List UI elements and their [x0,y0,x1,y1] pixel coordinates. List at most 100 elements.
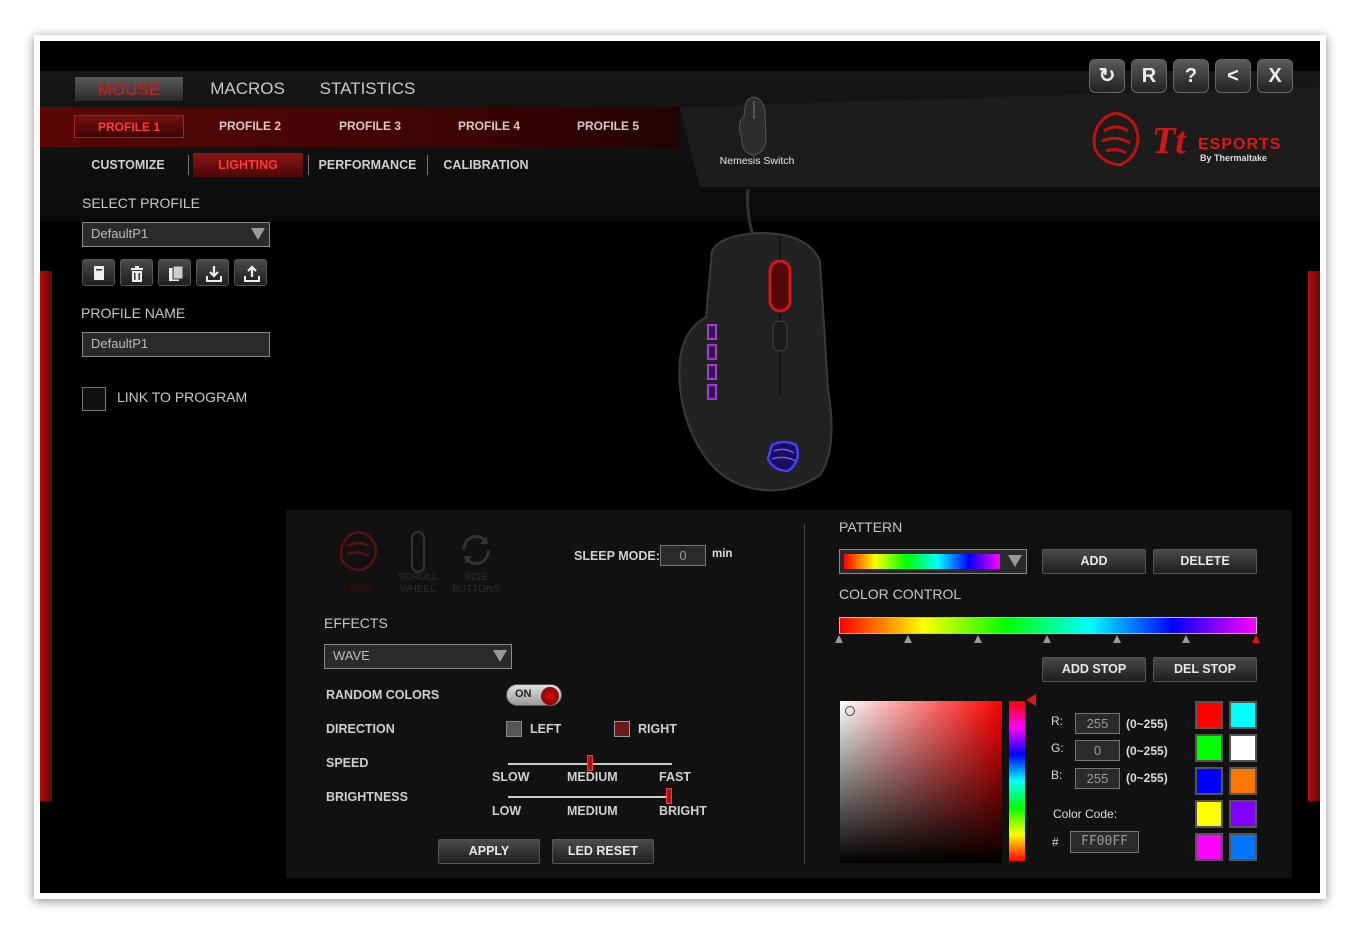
gradient-stop-5[interactable] [1113,635,1121,643]
side-buttons-zone-icon[interactable] [458,532,494,568]
saturation-value-picker[interactable] [840,701,1002,863]
brightness-slider-thumb[interactable] [666,788,672,804]
refresh-icon: ↻ [1098,65,1116,87]
gradient-stop-1[interactable] [835,635,843,643]
effect-select-value: WAVE [333,648,370,663]
brightness-slider-track[interactable] [508,788,672,804]
gradient-stop-2[interactable] [904,635,912,643]
color-code-label: Color Code: [1053,807,1118,821]
profile-name-input[interactable]: DefaultP1 [82,332,270,357]
sleep-mode-input[interactable]: 0 [660,545,706,566]
color-code-input[interactable]: FF00FF [1070,831,1139,853]
speed-slider-thumb[interactable] [587,755,593,771]
trash-icon [131,266,143,282]
effect-select[interactable]: WAVE [324,644,512,669]
copy-profile-button[interactable] [158,259,191,286]
speed-label: SPEED [326,756,369,770]
color-swatch[interactable] [1229,734,1257,762]
tab-profile-5[interactable]: PROFILE 5 [558,115,658,138]
color-swatch[interactable] [1195,833,1223,861]
scroll-wheel-zone-icon[interactable] [406,530,430,576]
gradient-stop-7-selected[interactable] [1252,635,1260,643]
device-name: Nemesis Switch [719,155,795,167]
speed-slider-track[interactable] [508,755,672,771]
tab-separator [188,155,189,175]
color-swatch[interactable] [1229,767,1257,795]
pattern-select[interactable] [839,549,1027,574]
minimize-button[interactable]: < [1215,59,1251,93]
lighting-panel: LOGO SCROLL WHEEL SIDE BUTTONS SLEEP MOD… [286,510,1292,878]
help-icon: ? [1184,65,1198,87]
color-swatch[interactable] [1195,701,1223,729]
new-profile-button[interactable] [82,259,115,286]
right-accent-bar [1308,271,1320,801]
gradient-stop-6[interactable] [1182,635,1190,643]
close-button[interactable]: X [1257,59,1293,93]
picker-cursor[interactable] [845,706,855,716]
tab-profile-1[interactable]: PROFILE 1 [74,115,184,138]
led-reset-button[interactable]: LED RESET [552,839,654,864]
tab-lighting[interactable]: LIGHTING [193,153,303,177]
brightness-tick-medium: MEDIUM [567,804,618,818]
tab-statistics[interactable]: STATISTICS [310,76,425,102]
toggle-knob [541,687,559,705]
help-button[interactable]: ? [1173,59,1209,93]
gradient-color-bar[interactable] [839,617,1257,634]
color-swatch[interactable] [1229,833,1257,861]
tab-profile-4[interactable]: PROFILE 4 [439,115,539,138]
tab-profile-3[interactable]: PROFILE 3 [320,115,420,138]
minimize-icon: < [1227,65,1239,87]
brand-subtitle: By Thermaltake [1200,153,1268,163]
apply-button[interactable]: APPLY [438,839,540,864]
random-colors-toggle[interactable]: ON [506,684,562,706]
reset-button[interactable]: R [1131,59,1167,93]
tab-separator [427,155,428,175]
mouse-thumbnail-icon [739,96,767,156]
b-range: (0~255) [1126,771,1168,785]
tab-separator [308,155,309,175]
direction-right-checkbox[interactable] [614,721,630,737]
delete-pattern-button[interactable]: DELETE [1153,549,1257,574]
brand-tt-mark: Tt [1152,120,1186,162]
gradient-stop-3[interactable] [974,635,982,643]
download-icon [206,266,222,282]
device-thumbnail[interactable] [732,95,776,157]
b-label: B: [1051,768,1063,782]
b-input[interactable]: 255 [1075,768,1120,789]
r-input[interactable]: 255 [1075,713,1120,734]
mouse-image [660,188,870,499]
export-profile-button[interactable] [234,259,267,286]
gradient-stop-4[interactable] [1043,635,1051,643]
pattern-label: PATTERN [839,519,903,535]
tab-profile-2[interactable]: PROFILE 2 [200,115,300,138]
import-profile-button[interactable] [196,259,229,286]
tab-calibration[interactable]: CALIBRATION [436,153,536,177]
zone-side-buttons-label: SIDE BUTTONS [452,572,500,595]
color-swatch[interactable] [1229,800,1257,828]
hue-slider[interactable] [1009,701,1025,861]
color-swatch[interactable] [1195,767,1223,795]
tab-performance[interactable]: PERFORMANCE [316,153,419,177]
tab-customize[interactable]: CUSTOMIZE [82,153,174,177]
hue-slider-marker[interactable] [1026,694,1036,706]
tab-macros[interactable]: MACROS [200,76,295,102]
delete-profile-button[interactable] [120,259,153,286]
profile-select[interactable]: DefaultP1 [82,222,270,247]
tab-mouse[interactable]: MOUSE [74,76,184,102]
logo-zone-icon[interactable] [338,530,378,572]
g-input[interactable]: 0 [1075,740,1120,761]
color-swatch[interactable] [1195,734,1223,762]
close-icon: X [1268,65,1282,87]
copy-icon [169,265,184,281]
g-label: G: [1051,741,1064,755]
refresh-button[interactable]: ↻ [1089,59,1125,93]
del-stop-button[interactable]: DEL STOP [1153,657,1257,682]
add-pattern-button[interactable]: ADD [1042,549,1146,574]
color-swatch[interactable] [1229,701,1257,729]
random-colors-label: RANDOM COLORS [326,688,440,702]
color-swatch[interactable] [1195,800,1223,828]
add-stop-button[interactable]: ADD STOP [1042,657,1146,682]
direction-left-checkbox[interactable] [506,721,522,737]
link-to-program-checkbox[interactable] [82,387,106,411]
select-profile-label: SELECT PROFILE [82,195,201,211]
